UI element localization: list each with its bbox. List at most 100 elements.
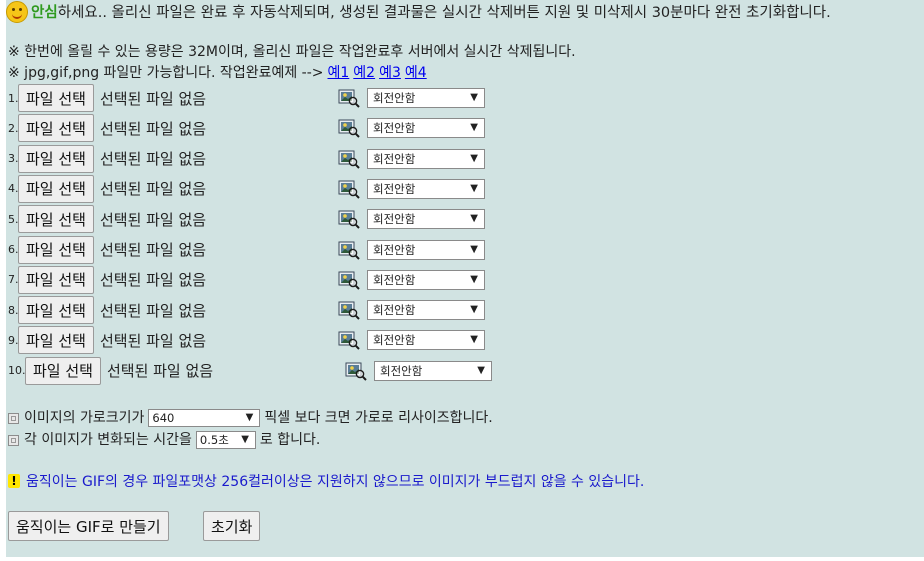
rotation-select[interactable]: 회전안함 ▼ [367,300,485,321]
chevron-down-icon: ▼ [470,243,478,255]
file-row: 6. 파일 선택 선택된 파일 없음 [8,235,207,264]
gif-warning-text: 움직이는 GIF의 경우 파일포맷상 256컬러이상은 지원하지 않으므로 이미… [26,474,645,490]
reset-button[interactable]: 초기화 [203,511,261,541]
file-status-text: 선택된 파일 없음 [99,241,207,259]
chevron-down-icon: ▼ [470,152,478,164]
preview-image-icon[interactable] [345,361,367,381]
rotation-select-value: 회전안함 [373,333,416,348]
rotation-select[interactable]: 회전안함 ▼ [374,360,492,381]
width-select[interactable]: 640 ▼ [148,409,261,427]
file-status-text: 선택된 파일 없음 [99,301,207,320]
rotation-select[interactable]: 회전안함 ▼ [367,118,485,139]
file-row: 1. 파일 선택 선택된 파일 없음 [8,84,206,112]
file-row-number: 8. [8,303,19,317]
file-status-text: 선택된 파일 없음 [99,119,207,138]
info-formats-text: ※ jpg,gif,png 파일만 가능합니다. 작업완료예제 --> [8,65,324,81]
width-option: 이미지의 가로크기가 640 ▼ 픽셀 보다 크면 가로로 리사이즈합니다. [8,408,493,428]
example-link-3[interactable]: 예3 [379,65,401,81]
rotation-select[interactable]: 회전안함 ▼ [367,269,485,290]
preview-image-icon[interactable] [338,330,360,351]
file-select-button[interactable]: 파일 선택 [18,84,94,112]
preview-image-icon[interactable] [338,209,360,229]
preview-image-icon[interactable] [338,118,360,139]
rotation-select-value: 회전안함 [373,303,416,318]
chevron-down-icon: ▼ [470,122,478,134]
file-select-button[interactable]: 파일 선택 [25,356,101,385]
chevron-down-icon: ▼ [470,92,478,103]
time-option: 각 이미지가 변화되는 시간을 0.5초 ▼ 로 합니다. [8,430,320,450]
file-row: 3. 파일 선택 선택된 파일 없음 [8,144,207,173]
time-option-checkbox[interactable] [8,434,19,446]
file-status-text: 선택된 파일 없음 [99,150,207,169]
file-row-number: 4. [8,182,19,196]
file-select-button[interactable]: 파일 선택 [18,296,94,325]
file-select-button[interactable]: 파일 선택 [18,235,94,264]
preview-image-icon[interactable] [338,149,360,169]
notice-line: 안심하세요.. 올리신 파일은 완료 후 자동삭제되며, 생성된 결과물은 실시… [6,0,831,26]
file-row-number: 2. [8,121,19,135]
rotation-select[interactable]: 회전안함 ▼ [367,209,485,230]
file-row: 9. 파일 선택 선택된 파일 없음 [8,326,207,355]
time-option-suffix: 로 합니다. [259,432,321,448]
notice-safe-label: 안심 [31,5,58,21]
preview-image-icon[interactable] [338,179,360,199]
rotation-select-value: 회전안함 [373,272,416,287]
example-link-4[interactable]: 예4 [405,65,427,81]
file-select-button[interactable]: 파일 선택 [18,114,94,143]
smiley-icon [6,1,28,23]
example-link-1[interactable]: 예1 [328,65,350,81]
file-status-text: 선택된 파일 없음 [99,210,207,229]
rotation-select-value: 회전안함 [373,181,416,196]
rotation-select[interactable]: 회전안함 ▼ [367,330,485,351]
make-gif-button[interactable]: 움직이는 GIF로 만들기 [8,511,169,541]
rotation-select-value: 회전안함 [373,91,416,105]
chevron-down-icon: ▼ [245,412,254,423]
file-select-button[interactable]: 파일 선택 [18,265,94,294]
rotation-select[interactable]: 회전안함 ▼ [367,239,485,260]
file-row-number: 1. [8,91,19,105]
file-select-button[interactable]: 파일 선택 [18,174,94,203]
rotation-select-value: 회전안함 [373,212,416,227]
chevron-down-icon: ▼ [470,213,478,225]
preview-image-icon[interactable] [338,88,360,108]
time-select[interactable]: 0.5초 ▼ [195,431,256,449]
rotation-select-value: 회전안함 [380,363,423,378]
width-option-checkbox[interactable] [8,412,19,424]
preview-image-icon[interactable] [338,270,360,290]
rotation-select[interactable]: 회전안함 ▼ [367,88,485,108]
chevron-down-icon: ▼ [241,434,249,445]
file-row: 2. 파일 선택 선택된 파일 없음 [8,114,207,143]
width-option-suffix: 픽셀 보다 크면 가로로 리사이즈합니다. [264,410,493,426]
width-select-value: 640 [152,411,175,425]
rotation-select-value: 회전안함 [373,242,416,257]
rotation-select-value: 회전안함 [373,151,416,166]
file-select-button[interactable]: 파일 선택 [18,326,94,355]
chevron-down-icon: ▼ [470,182,478,194]
chevron-down-icon: ▼ [470,304,478,316]
rotation-select-value: 회전안함 [373,121,416,136]
info-line-formats: ※ jpg,gif,png 파일만 가능합니다. 작업완료예제 --> 예1 예2 예… [8,63,427,83]
example-link-2[interactable]: 예2 [353,65,375,81]
file-status-text: 선택된 파일 없음 [99,89,207,108]
time-option-prefix: 각 이미지가 변화되는 시간을 [24,432,192,448]
file-row-number: 7. [8,273,19,287]
chevron-down-icon: ▼ [470,334,478,346]
file-row-number: 9. [8,333,19,347]
info-line-size: ※ 한번에 올릴 수 있는 용량은 32M이며, 올리신 파일은 작업완료후 서… [8,44,576,60]
file-row: 4. 파일 선택 선택된 파일 없음 [8,174,206,203]
rotation-select[interactable]: 회전안함 ▼ [367,178,485,199]
file-select-button[interactable]: 파일 선택 [18,144,94,173]
file-select-button[interactable]: 파일 선택 [18,205,94,234]
file-status-text: 선택된 파일 없음 [99,331,207,350]
rotation-select[interactable]: 회전안함 ▼ [367,148,485,169]
chevron-down-icon: ▼ [477,364,485,376]
file-status-text: 선택된 파일 없음 [106,362,214,381]
notice-text: 하세요.. 올리신 파일은 완료 후 자동삭제되며, 생성된 결과물은 실시간 … [57,5,831,21]
file-row: 5. 파일 선택 선택된 파일 없음 [8,205,207,234]
chevron-down-icon: ▼ [470,273,478,285]
preview-image-icon[interactable] [338,240,360,260]
file-row-number: 10. [8,364,26,378]
preview-image-icon[interactable] [338,300,360,320]
file-row-number: 6. [8,243,19,256]
file-row-number: 3. [8,152,19,166]
